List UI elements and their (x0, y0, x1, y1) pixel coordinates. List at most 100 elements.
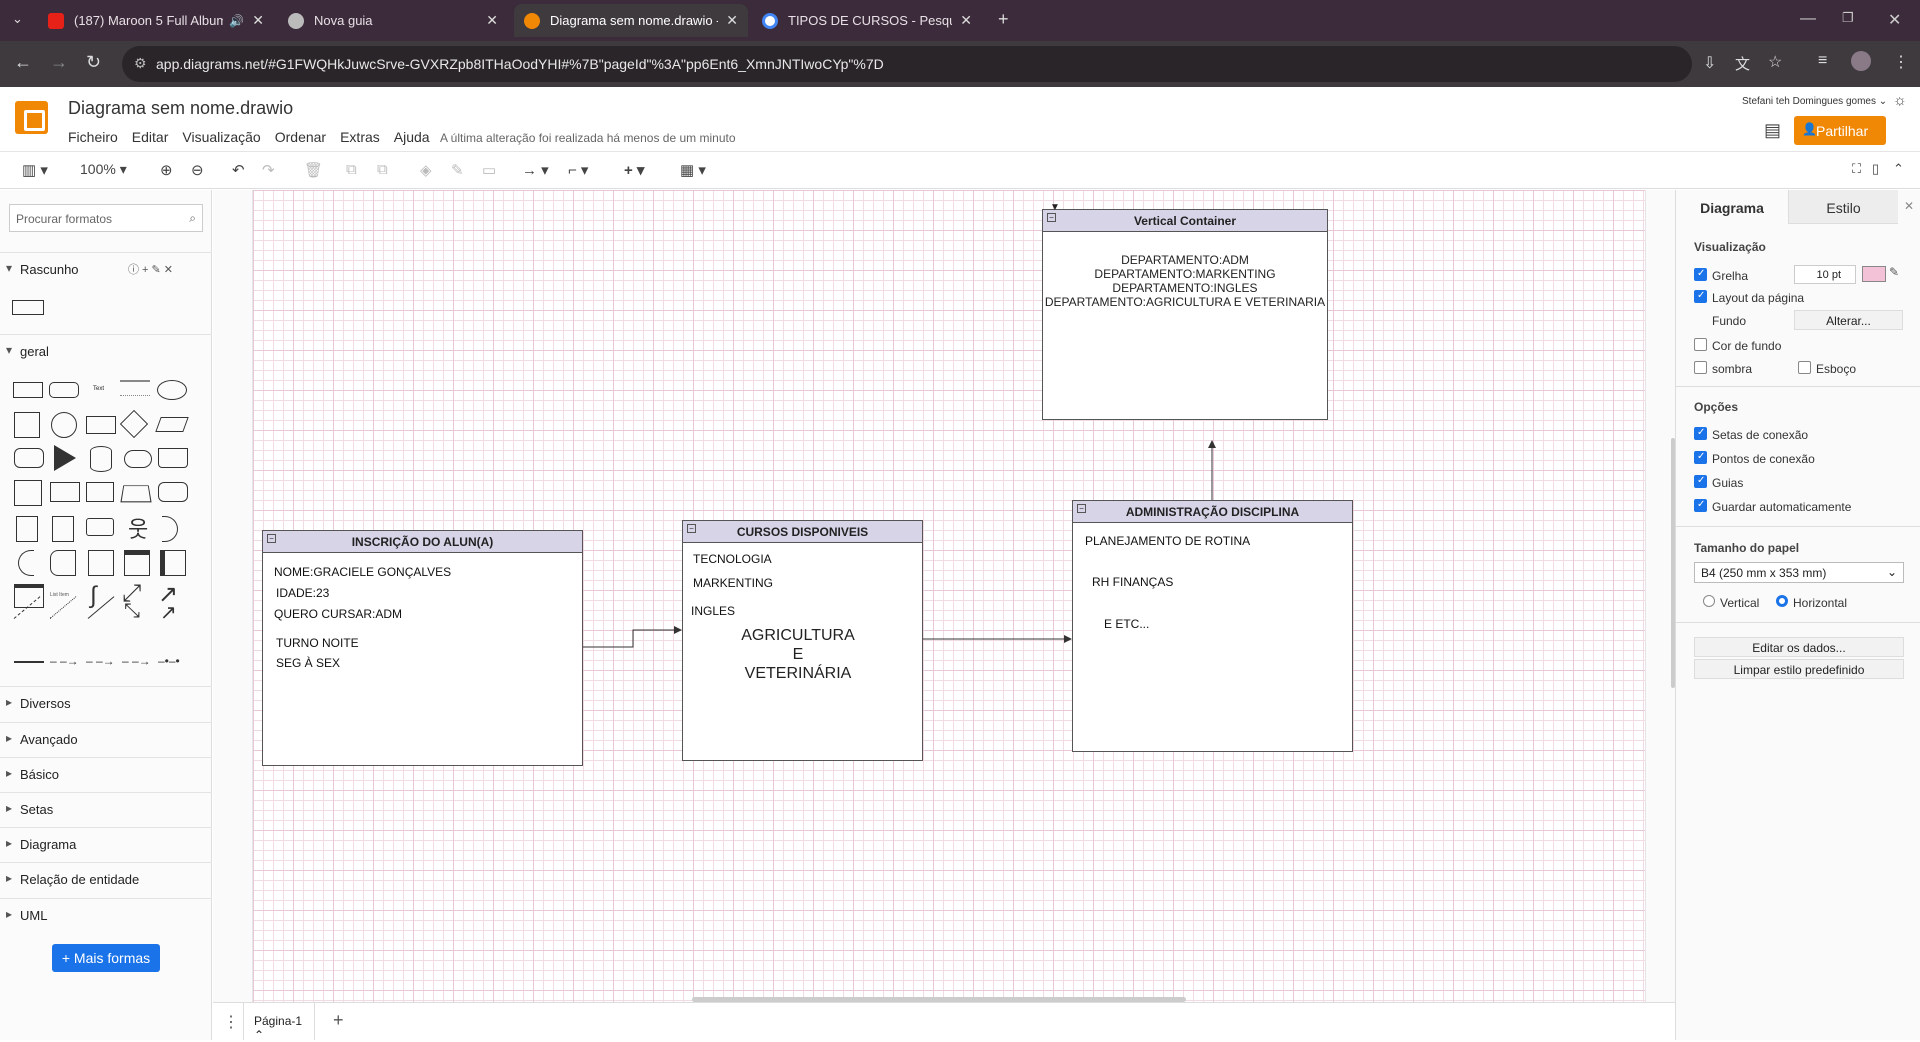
speaker-icon[interactable]: 🔊 (229, 14, 244, 28)
shape-textbox[interactable] (120, 380, 150, 396)
fullscreen-icon[interactable]: ⛶ (1852, 161, 1861, 177)
shape-or[interactable] (162, 516, 178, 542)
grid-checkbox[interactable] (1694, 268, 1707, 281)
shape-square[interactable] (14, 412, 40, 438)
more-shapes-button[interactable]: + Mais formas (52, 944, 160, 972)
last-save-status[interactable]: A última alteração foi realizada há meno… (440, 131, 736, 145)
undo-icon[interactable]: ↶ (232, 161, 245, 179)
comments-icon[interactable]: ▤ (1764, 120, 1781, 141)
panels-icon[interactable]: ▥ ▾ (22, 161, 48, 179)
close-icon[interactable]: ✕ (960, 12, 972, 29)
shape-rectangle[interactable] (13, 382, 43, 398)
shape-link[interactable] (14, 661, 44, 663)
shape-list-item[interactable]: List Item (50, 592, 69, 598)
menu-extras[interactable]: Extras (340, 129, 380, 145)
shape-data-storage[interactable] (18, 550, 34, 576)
scratch-tools[interactable]: ⓘ + ✎ ✕ (128, 261, 173, 277)
shape-cloud[interactable] (124, 450, 152, 468)
section-geral[interactable]: geral (0, 334, 212, 364)
shape-callout[interactable] (86, 518, 114, 536)
url-field[interactable]: ⚙ app.diagrams.net/#G1FWQHkJuwcSrve-GVXR… (122, 46, 1692, 82)
section-diversos[interactable]: Diversos (0, 686, 212, 716)
menu-ficheiro[interactable]: Ficheiro (68, 129, 118, 145)
bg-color-checkbox[interactable] (1694, 338, 1707, 351)
shape-internal-storage[interactable] (14, 480, 42, 506)
edit-data-button[interactable]: Editar os dados... (1694, 637, 1904, 657)
back-icon[interactable]: ← (14, 52, 32, 73)
conn-points-checkbox[interactable] (1694, 451, 1707, 464)
format-panel-icon[interactable]: ▯ (1872, 161, 1879, 177)
portrait-radio[interactable] (1703, 595, 1715, 607)
line-color-icon[interactable]: ✎ (451, 161, 464, 179)
page-layout-checkbox[interactable] (1694, 290, 1707, 303)
install-icon[interactable]: ⇩ (1703, 53, 1716, 73)
to-front-icon[interactable]: ⧉ (346, 161, 357, 178)
menu-ajuda[interactable]: Ajuda (394, 129, 430, 145)
browser-tab-active[interactable]: Diagrama sem nome.drawio - ✕ (514, 4, 748, 37)
landscape-radio[interactable] (1776, 595, 1788, 607)
shape-edge-2[interactable]: – –→ (86, 654, 115, 668)
shape-circle[interactable] (51, 412, 77, 438)
guides-checkbox[interactable] (1694, 475, 1707, 488)
browser-tab[interactable]: Nova guia ✕ (278, 4, 508, 37)
connection-icon[interactable]: → ▾ (522, 161, 549, 179)
shadow-checkbox[interactable] (1694, 361, 1707, 374)
shape-cube[interactable] (50, 482, 80, 502)
section-uml[interactable]: UML (0, 898, 212, 928)
document-title[interactable]: Diagrama sem nome.drawio (68, 98, 293, 119)
shape-document[interactable] (158, 448, 188, 468)
shape-swimlane[interactable] (124, 550, 150, 576)
collapse-icon[interactable]: ⌃ (1893, 161, 1904, 177)
close-icon[interactable]: ✕ (486, 12, 498, 29)
conn-arrows-checkbox[interactable] (1694, 427, 1707, 440)
scratch-rectangle[interactable] (12, 300, 44, 315)
shape-edge[interactable]: – –→ (50, 654, 79, 668)
shape-edge-3[interactable]: – –→ (122, 654, 151, 668)
grid-size-input[interactable]: 10 pt (1794, 265, 1856, 284)
add-page-icon[interactable]: + (333, 1010, 344, 1031)
redo-icon[interactable]: ↷ (262, 161, 275, 179)
shape-container[interactable] (88, 550, 114, 576)
shape-delay[interactable] (50, 550, 76, 576)
shape-h-swimlane[interactable] (160, 550, 186, 576)
reload-icon[interactable]: ↻ (86, 52, 101, 73)
user-name[interactable]: Stefani teh Domingues gomes ⌄ (1742, 96, 1887, 107)
shape-triangle[interactable] (54, 445, 76, 471)
diagram-canvas[interactable]: − Vertical Container DEPARTAMENTO:ADM DEP… (213, 190, 1675, 1002)
shape-directional-connector[interactable]: ↗ (160, 600, 177, 625)
zoom-in-icon[interactable]: ⊕ (160, 161, 173, 179)
fill-color-icon[interactable]: ◈ (420, 161, 432, 179)
pencil-icon[interactable]: ✎ (1889, 265, 1899, 279)
shape-bidir-connector[interactable]: ⤡ (124, 600, 140, 623)
page-tab[interactable]: Página-1 ⌃ (243, 1003, 315, 1042)
shape-hexagon[interactable] (14, 448, 44, 468)
search-icon[interactable]: ⌕ (189, 211, 196, 226)
window-close-icon[interactable]: ✕ (1888, 10, 1901, 30)
shape-step[interactable] (86, 482, 114, 502)
section-rascunho[interactable]: Rascunho (0, 252, 212, 282)
browser-tab[interactable]: TIPOS DE CURSOS - Pesquisa G ✕ (752, 4, 982, 37)
table-icon[interactable]: ▦ ▾ (680, 161, 706, 179)
section-diagrama[interactable]: Diagrama (0, 827, 212, 857)
section-avancado[interactable]: Avançado (0, 722, 212, 752)
restore-icon[interactable]: ❐ (1842, 10, 1854, 26)
shape-text[interactable]: Text (93, 386, 104, 392)
zoom-out-icon[interactable]: ⊖ (191, 161, 204, 179)
paper-size-select[interactable]: B4 (250 mm x 353 mm) ⌄ (1694, 562, 1904, 583)
menu-ordenar[interactable]: Ordenar (275, 129, 326, 145)
tab-style[interactable]: Estilo (1788, 190, 1898, 224)
shape-cylinder[interactable] (90, 446, 112, 472)
shape-tape[interactable] (158, 482, 188, 502)
shape-edge-4[interactable]: –•–• (158, 654, 180, 668)
autosave-checkbox[interactable] (1694, 499, 1707, 512)
section-relacao-entidade[interactable]: Relação de entidade (0, 862, 212, 892)
close-icon[interactable]: ✕ (252, 12, 264, 29)
shape-rounded-rect[interactable] (49, 382, 79, 398)
theme-icon[interactable]: ☼ (1893, 92, 1907, 109)
clear-default-style-button[interactable]: Limpar estilo predefinido (1694, 659, 1904, 679)
minimize-icon[interactable]: — (1800, 10, 1816, 28)
section-setas[interactable]: Setas (0, 792, 212, 822)
delete-icon[interactable]: 🗑 (304, 161, 323, 179)
shape-dotted-line[interactable] (49, 596, 77, 619)
shape-curve[interactable]: ∫ (90, 582, 97, 610)
